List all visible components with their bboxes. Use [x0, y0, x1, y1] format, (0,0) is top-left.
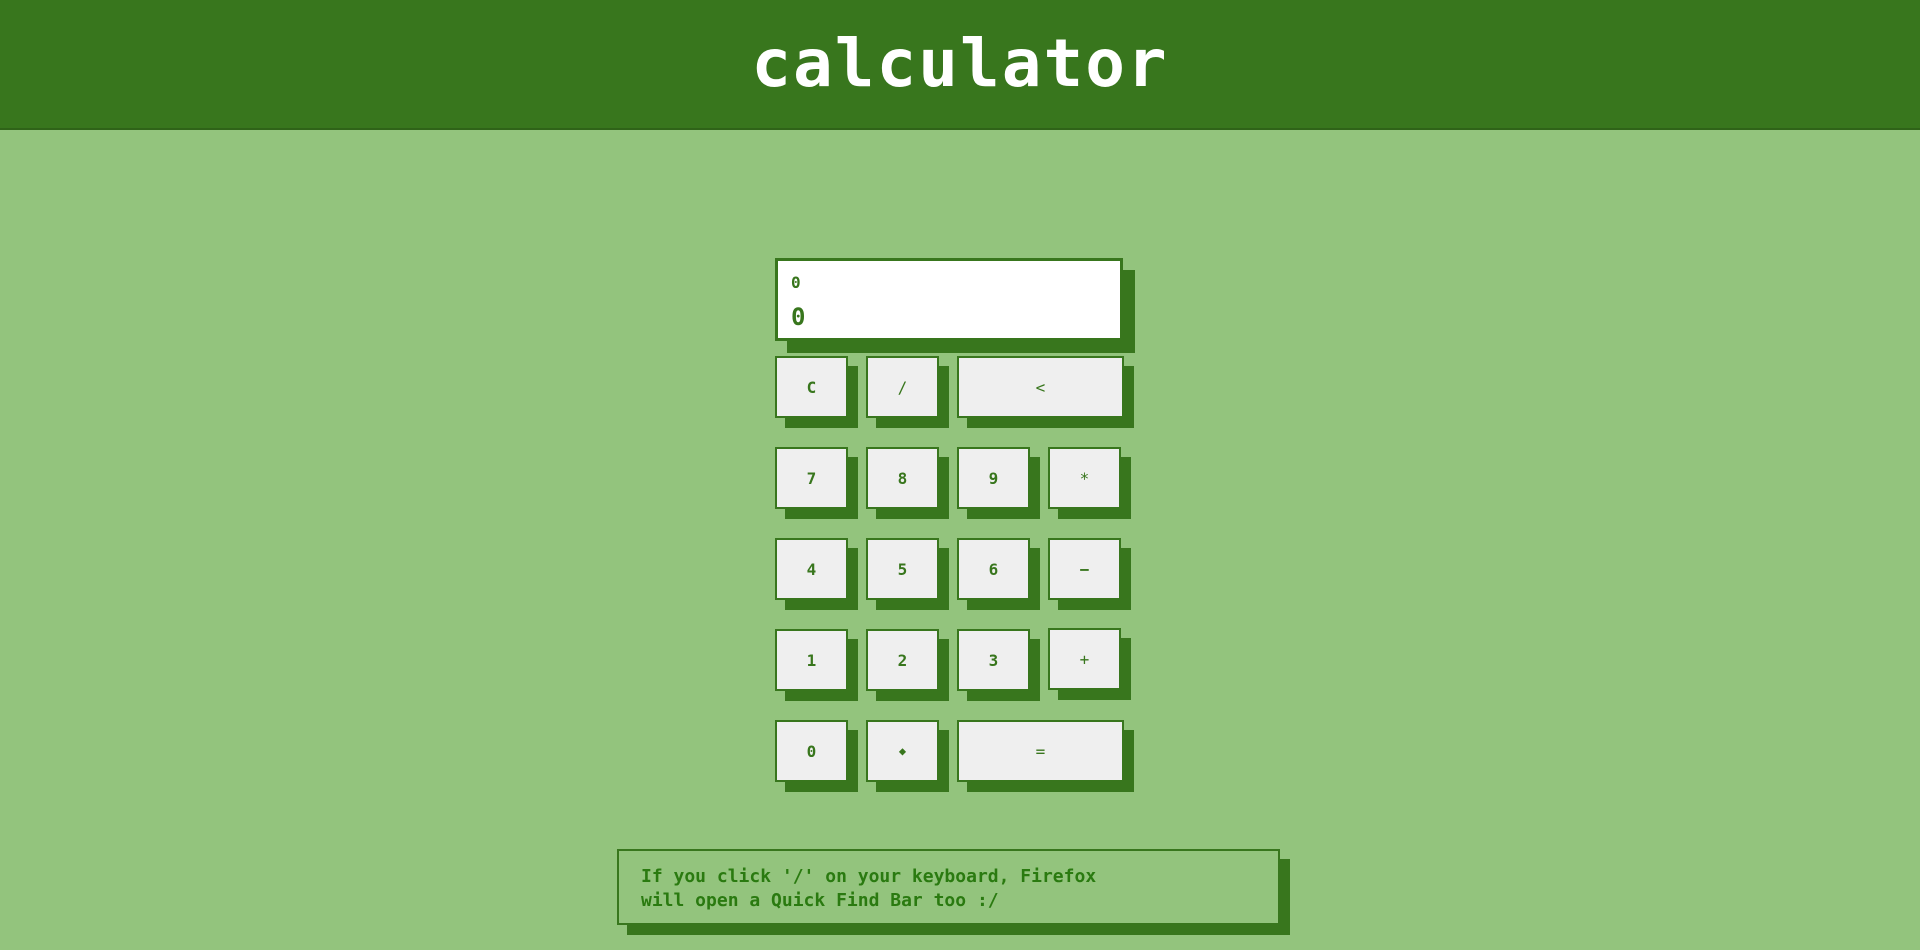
note-line-2: will open a Quick Find Bar too :/: [641, 890, 999, 911]
backspace-button[interactable]: <: [957, 356, 1124, 418]
divide-button[interactable]: /: [866, 356, 939, 418]
firefox-tip-note: If you click '/' on your keyboard, Firef…: [617, 849, 1280, 925]
current-operand: 0: [791, 303, 806, 331]
previous-operand: 0: [791, 273, 801, 292]
subtract-button[interactable]: −: [1048, 538, 1121, 600]
digit-4-button[interactable]: 4: [775, 538, 848, 600]
clear-button[interactable]: C: [775, 356, 848, 418]
header-bar: calculator: [0, 0, 1920, 130]
digit-0-button[interactable]: 0: [775, 720, 848, 782]
decimal-button[interactable]: ◆: [866, 720, 939, 782]
digit-5-button[interactable]: 5: [866, 538, 939, 600]
add-button[interactable]: +: [1048, 628, 1121, 690]
digit-6-button[interactable]: 6: [957, 538, 1030, 600]
digit-7-button[interactable]: 7: [775, 447, 848, 509]
calculator-display: 0 0: [775, 258, 1123, 341]
digit-1-button[interactable]: 1: [775, 629, 848, 691]
digit-8-button[interactable]: 8: [866, 447, 939, 509]
digit-2-button[interactable]: 2: [866, 629, 939, 691]
multiply-button[interactable]: *: [1048, 447, 1121, 509]
digit-3-button[interactable]: 3: [957, 629, 1030, 691]
note-line-1: If you click '/' on your keyboard, Firef…: [641, 866, 1097, 887]
equals-button[interactable]: =: [957, 720, 1124, 782]
digit-9-button[interactable]: 9: [957, 447, 1030, 509]
page-title: calculator: [751, 25, 1169, 102]
